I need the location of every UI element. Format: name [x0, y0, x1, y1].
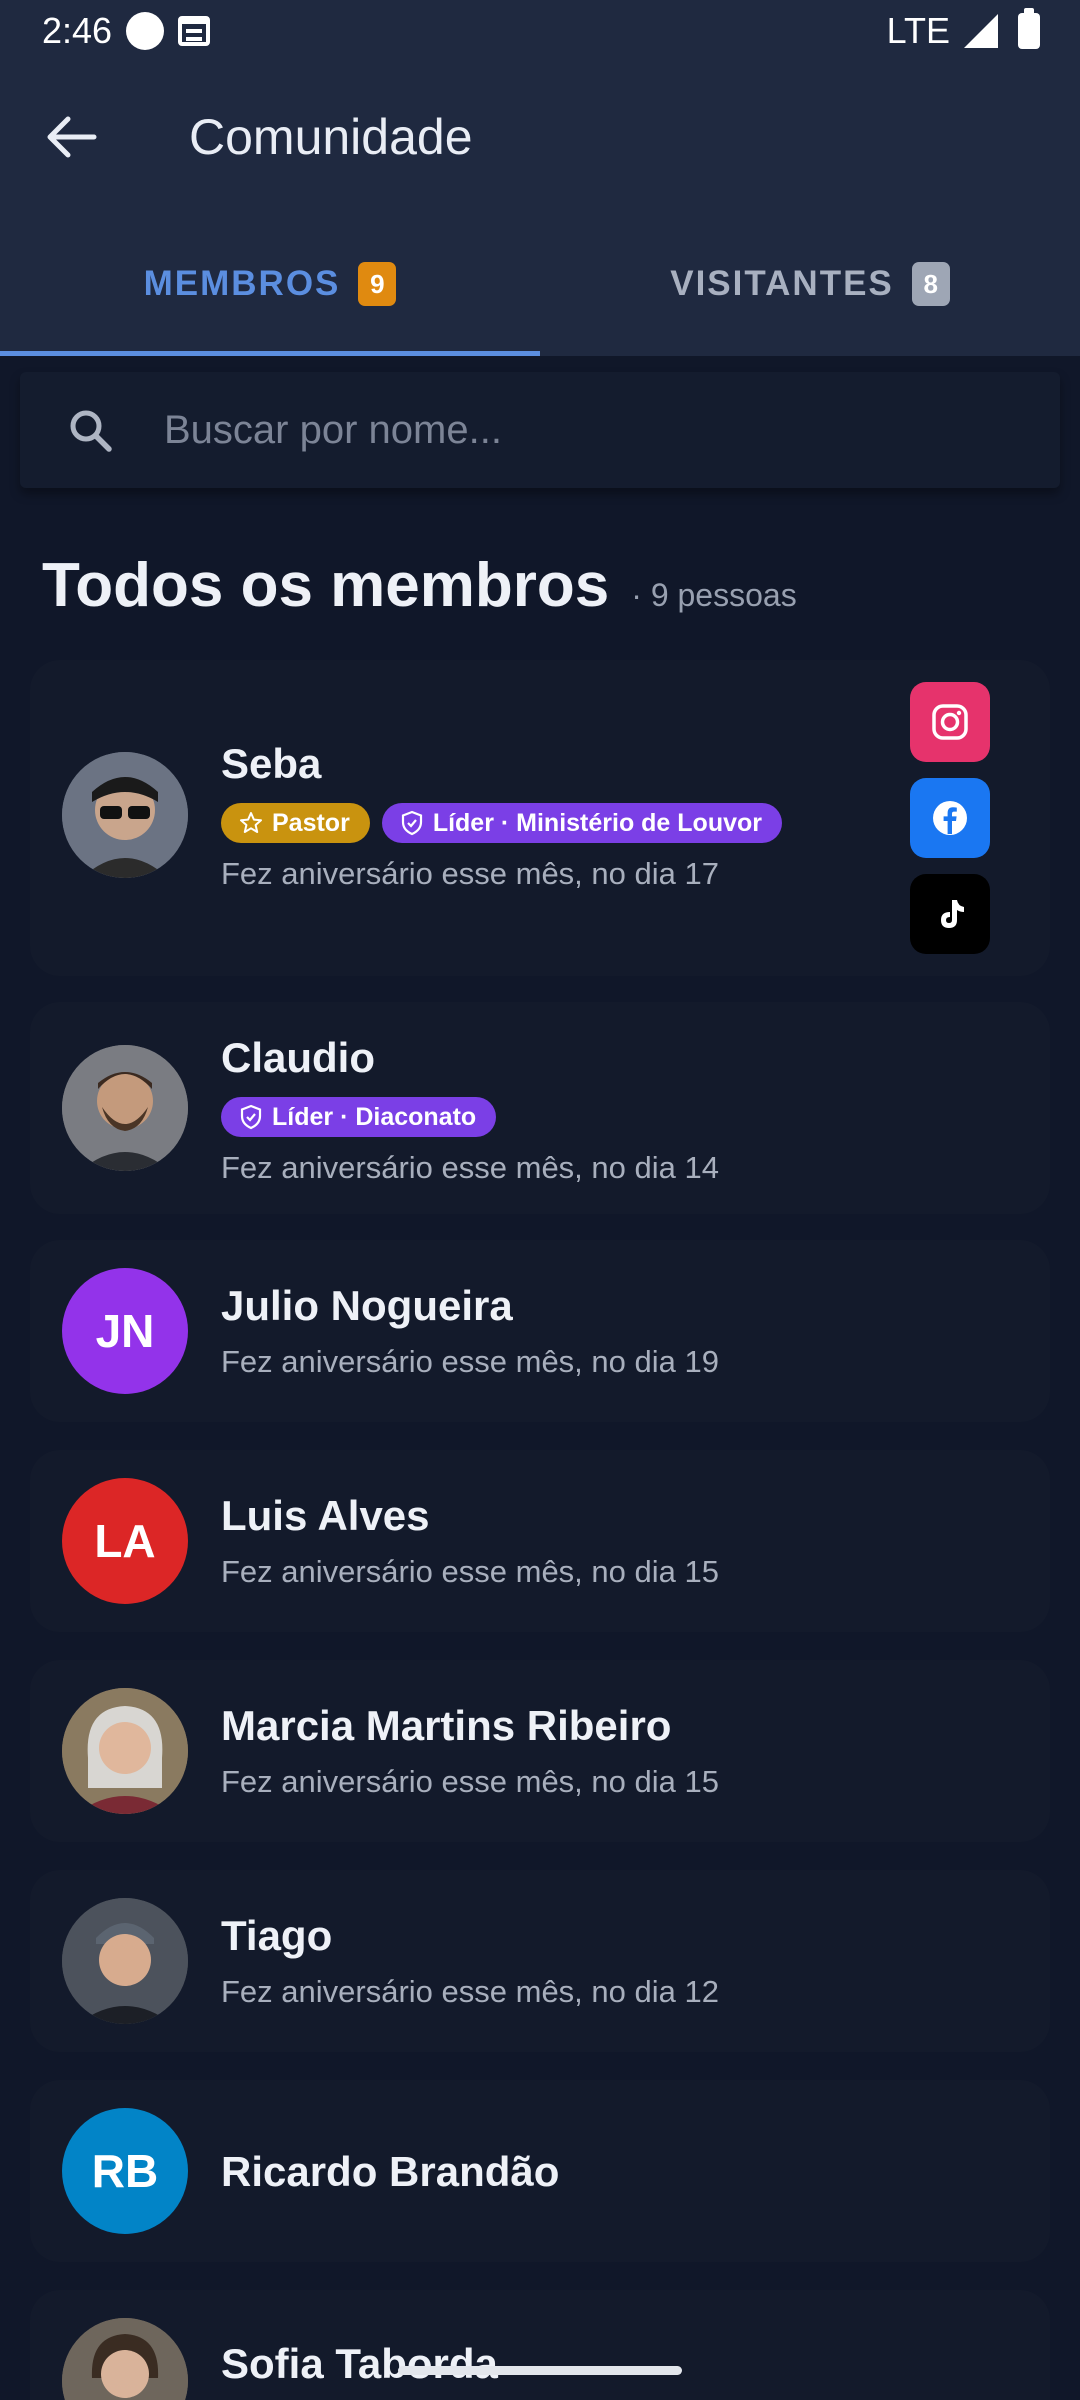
- status-left: 2:46: [42, 10, 211, 52]
- member-name: Claudio: [221, 1034, 375, 1081]
- member-name: Marcia Martins Ribeiro: [221, 1702, 672, 1749]
- avatar-initials: RB: [62, 2108, 188, 2234]
- tiktok-button[interactable]: [910, 874, 990, 954]
- section-title: Todos os membros: [42, 551, 610, 620]
- facebook-button[interactable]: [910, 778, 990, 858]
- member-name: Luis Alves: [221, 1492, 430, 1539]
- avatar: [62, 1045, 188, 1171]
- avatar: [62, 2318, 188, 2400]
- leader-badge: Líder · Ministério de Louvor: [381, 803, 782, 843]
- birthday-text: Fez aniversário esse mês, no dia 12: [221, 1974, 719, 2009]
- section-count: · 9 pessoas: [631, 577, 797, 613]
- member-card-luis-alves[interactable]: LA Luis Alves Fez aniversário esse mês, …: [30, 1450, 1050, 1632]
- birthday-text: Fez aniversário esse mês, no dia 17: [221, 856, 719, 891]
- tab-members[interactable]: MEMBROS 9: [0, 212, 540, 356]
- badge-group: Líder · Diaconato: [221, 1097, 497, 1137]
- instagram-button[interactable]: [910, 682, 990, 762]
- tab-bar: MEMBROS 9 VISITANTES 8: [0, 212, 1080, 356]
- member-card-ricardo-brandao[interactable]: RB Ricardo Brandão: [30, 2080, 1050, 2262]
- battery-icon: [1018, 8, 1040, 49]
- app-bar: Comunidade: [0, 62, 1080, 212]
- home-indicator[interactable]: [398, 2366, 682, 2375]
- member-name: Ricardo Brandão: [221, 2148, 560, 2195]
- member-card-julio-nogueira[interactable]: JN Julio Nogueira Fez aniversário esse m…: [30, 1240, 1050, 1422]
- member-card-claudio[interactable]: Claudio Líder · Diaconato Fez aniversári…: [30, 1002, 1050, 1214]
- tab-visitors[interactable]: VISITANTES 8: [540, 212, 1080, 356]
- top-app-area: 2:46 LTE Comunidade MEMBROS 9 VISITANTES…: [0, 0, 1080, 356]
- birthday-text: Fez aniversário esse mês, no dia 19: [221, 1344, 719, 1379]
- member-name: Tiago: [221, 1912, 333, 1959]
- person-photo-icon: [62, 1688, 188, 1814]
- member-card-seba[interactable]: Seba Pastor Líder · Ministério de Louvor…: [30, 660, 1050, 976]
- page-title: Comunidade: [189, 109, 473, 165]
- tab-members-label: MEMBROS: [143, 264, 341, 303]
- avatar-initials: LA: [62, 1478, 188, 1604]
- avatar: [62, 752, 188, 878]
- search-bar: [20, 372, 1060, 488]
- member-card-marcia-martins-ribeiro[interactable]: Marcia Martins Ribeiro Fez aniversário e…: [30, 1660, 1050, 1842]
- person-photo-icon: [62, 752, 188, 878]
- facebook-icon: [933, 801, 967, 835]
- social-links: [910, 682, 990, 954]
- arrow-back-icon: [47, 116, 97, 158]
- leader-badge-label: Líder · Diaconato: [272, 1102, 477, 1131]
- tab-visitors-count-badge: 8: [911, 262, 950, 306]
- pastor-badge: Pastor: [221, 803, 370, 843]
- status-time: 2:46: [42, 10, 113, 51]
- avatar: [62, 1688, 188, 1814]
- member-card-tiago[interactable]: Tiago Fez aniversário esse mês, no dia 1…: [30, 1870, 1050, 2052]
- signal-icon: [964, 14, 998, 48]
- birthday-text: Fez aniversário esse mês, no dia 15: [221, 1764, 719, 1799]
- avatar-initials: JN: [62, 1268, 188, 1394]
- pastor-badge-label: Pastor: [272, 808, 350, 837]
- status-bar: 2:46 LTE: [0, 0, 1080, 62]
- section-header: Todos os membros · 9 pessoas: [42, 550, 797, 621]
- person-photo-icon: [62, 2318, 188, 2400]
- tiktok-icon: [941, 900, 964, 928]
- leader-badge-label: Líder · Ministério de Louvor: [432, 808, 762, 837]
- star-icon: [240, 812, 262, 833]
- person-photo-icon: [62, 1045, 188, 1171]
- birthday-text: Fez aniversário esse mês, no dia 14: [221, 1150, 719, 1185]
- back-button[interactable]: [22, 87, 122, 187]
- shield-icon: [401, 810, 422, 836]
- member-name: Sofia Taborda: [221, 2340, 498, 2387]
- shield-icon: [240, 1104, 262, 1130]
- member-card-sofia-taborda[interactable]: Sofia Taborda: [30, 2290, 1050, 2400]
- search-input[interactable]: [164, 390, 1060, 470]
- leader-badge: Líder · Diaconato: [221, 1097, 497, 1137]
- tab-members-count-badge: 9: [358, 262, 397, 306]
- instagram-icon: [932, 704, 968, 740]
- notification-dot-icon: [126, 12, 165, 50]
- person-photo-icon: [62, 1898, 188, 2024]
- birthday-text: Fez aniversário esse mês, no dia 15: [221, 1554, 719, 1589]
- network-label: LTE: [886, 10, 950, 51]
- search-icon: [60, 400, 120, 460]
- avatar: [62, 1898, 188, 2024]
- tab-visitors-label: VISITANTES: [670, 264, 894, 303]
- status-right: LTE: [886, 8, 1040, 52]
- member-name: Seba: [221, 740, 322, 787]
- badge-group: Pastor Líder · Ministério de Louvor: [221, 803, 782, 843]
- calendar-icon: [178, 16, 211, 46]
- member-name: Julio Nogueira: [221, 1282, 513, 1329]
